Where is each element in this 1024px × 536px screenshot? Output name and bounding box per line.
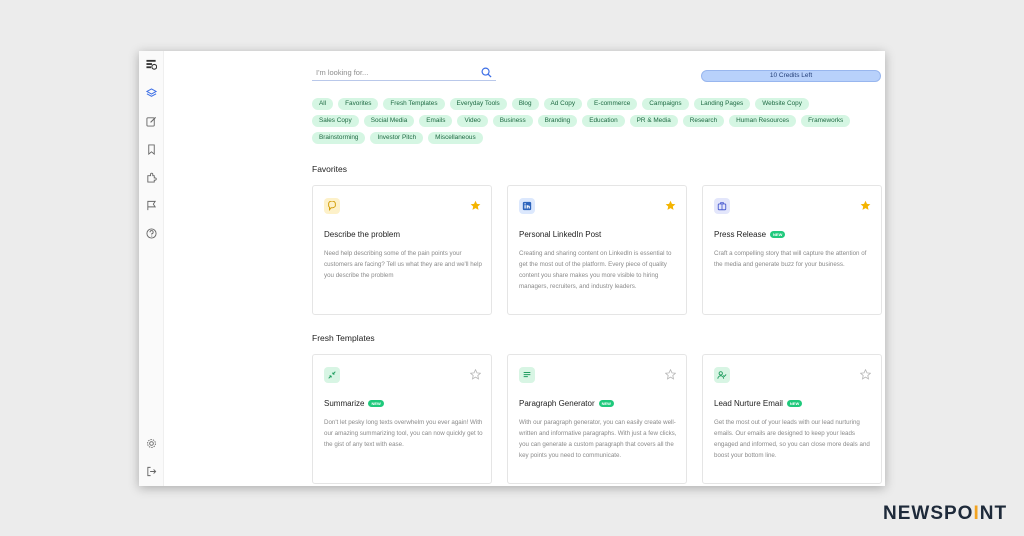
category-chip[interactable]: Emails <box>419 115 453 127</box>
search-icon[interactable] <box>481 67 492 78</box>
category-chip[interactable]: PR & Media <box>629 115 678 127</box>
template-card[interactable]: Summarize NEW Don't let pesky long texts … <box>312 354 492 484</box>
category-chip[interactable]: Miscellaneous <box>428 132 483 144</box>
settings-icon[interactable] <box>143 435 160 452</box>
star-icon[interactable] <box>860 200 871 211</box>
category-chip[interactable]: Website Copy <box>755 98 809 110</box>
category-chip[interactable]: Video <box>457 115 488 127</box>
category-chip[interactable]: Social Media <box>363 115 415 127</box>
new-badge: NEW <box>598 400 614 407</box>
app-window: 10 Credits Left All Favorites Fresh Temp… <box>139 51 885 486</box>
category-row-1: All Favorites Fresh Templates Everyday T… <box>312 98 814 110</box>
category-row-2: Sales Copy Social Media Emails Video Bus… <box>312 115 855 127</box>
category-chip[interactable]: All <box>312 98 334 110</box>
card-title: Lead Nurture Email NEW <box>714 399 803 408</box>
chat-bubble-icon <box>324 198 340 214</box>
card-title: Describe the problem <box>324 230 401 239</box>
layers-icon[interactable] <box>143 85 160 102</box>
new-badge: NEW <box>770 231 786 238</box>
star-icon[interactable] <box>470 200 481 211</box>
card-description: Creating and sharing content on LinkedIn… <box>519 250 672 290</box>
template-card[interactable]: Paragraph Generator NEW With our paragrap… <box>507 354 687 484</box>
category-chip[interactable]: E-commerce <box>587 98 638 110</box>
card-description: Craft a compelling story that will captu… <box>714 250 867 268</box>
category-chip[interactable]: Frameworks <box>801 115 851 127</box>
card-title: Summarize NEW <box>324 399 384 408</box>
briefcase-icon <box>714 198 730 214</box>
category-chip[interactable]: Human Resources <box>729 115 797 127</box>
category-chip[interactable]: Investor Pitch <box>370 132 424 144</box>
card-title: Press Release NEW <box>714 230 786 239</box>
category-chip[interactable]: Education <box>582 115 625 127</box>
category-row-3: Brainstorming Investor Pitch Miscellaneo… <box>312 132 488 144</box>
category-chip[interactable]: Research <box>682 115 725 127</box>
category-chip[interactable]: Fresh Templates <box>383 98 445 110</box>
card-description: Don't let pesky long texts overwhelm you… <box>324 419 483 448</box>
template-card[interactable]: Describe the problem Need help describin… <box>312 185 492 315</box>
template-card[interactable]: Lead Nurture Email NEW Get the most out o… <box>702 354 882 484</box>
bookmark-icon[interactable] <box>143 141 160 158</box>
edit-icon[interactable] <box>143 113 160 130</box>
star-outline-icon[interactable] <box>860 369 871 380</box>
category-chip[interactable]: Everyday Tools <box>449 98 507 110</box>
category-chip[interactable]: Branding <box>537 115 578 127</box>
category-chip[interactable]: Favorites <box>338 98 379 110</box>
sidebar <box>139 51 164 486</box>
category-chip[interactable]: Ad Copy <box>543 98 583 110</box>
new-badge: NEW <box>786 400 803 407</box>
help-icon[interactable] <box>143 225 160 242</box>
section-title-favorites: Favorites <box>312 164 347 174</box>
logout-icon[interactable] <box>143 463 160 480</box>
template-card[interactable]: Personal LinkedIn Post Creating and shar… <box>507 185 687 315</box>
category-chip[interactable]: Sales Copy <box>312 115 359 127</box>
user-check-icon <box>714 367 730 383</box>
card-description: With our paragraph generator, you can ea… <box>519 419 677 459</box>
search-bar <box>312 65 496 81</box>
search-input[interactable] <box>316 66 476 79</box>
puzzle-icon[interactable] <box>143 169 160 186</box>
card-title: Paragraph Generator NEW <box>519 399 614 408</box>
template-card[interactable]: Press Release NEW Craft a compelling stor… <box>702 185 882 315</box>
star-outline-icon[interactable] <box>665 369 676 380</box>
category-chip[interactable]: Landing Pages <box>693 98 751 110</box>
credits-indicator: 10 Credits Left <box>701 70 881 82</box>
newspoint-logo: NEWSPOINT <box>883 503 1008 524</box>
card-title: Personal LinkedIn Post <box>519 230 602 239</box>
star-icon[interactable] <box>665 200 676 211</box>
category-chip[interactable]: Blog <box>511 98 539 110</box>
section-title-fresh-templates: Fresh Templates <box>312 333 375 343</box>
flag-icon[interactable] <box>143 197 160 214</box>
category-chip[interactable]: Campaigns <box>642 98 689 110</box>
app-logo-icon[interactable] <box>143 56 160 73</box>
star-outline-icon[interactable] <box>470 369 481 380</box>
main-content: 10 Credits Left All Favorites Fresh Temp… <box>164 51 885 486</box>
new-badge: NEW <box>368 400 384 407</box>
linkedin-icon <box>519 198 535 214</box>
paragraph-icon <box>519 367 535 383</box>
category-chip[interactable]: Brainstorming <box>312 132 366 144</box>
compress-icon <box>324 367 340 383</box>
card-description: Get the most out of your leads with our … <box>714 419 870 459</box>
card-description: Need help describing some of the pain po… <box>324 250 482 279</box>
category-chip[interactable]: Business <box>492 115 533 127</box>
